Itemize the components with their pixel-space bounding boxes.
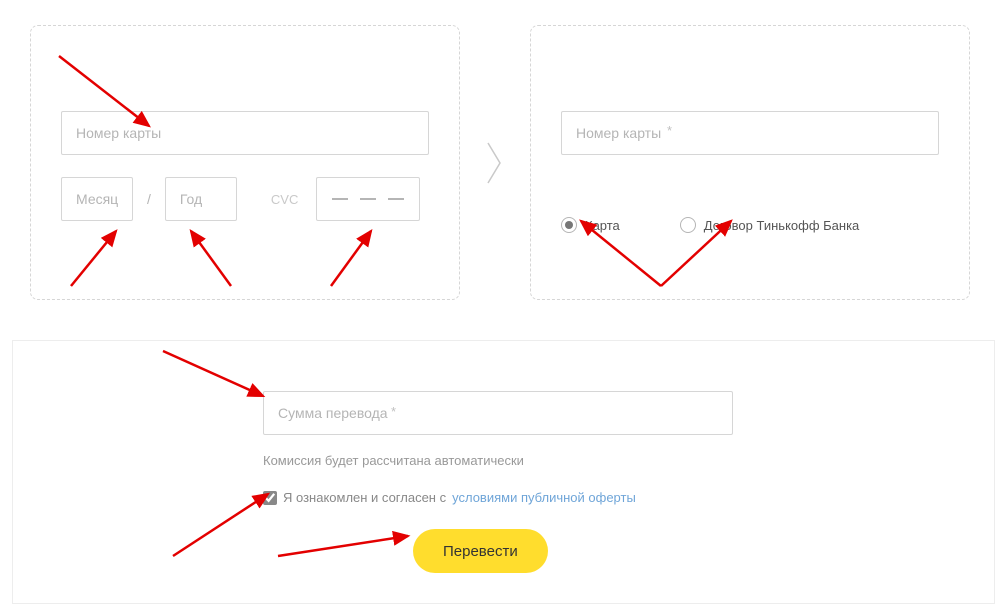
consent-text: Я ознакомлен и согласен с (283, 490, 446, 505)
consent-link[interactable]: условиями публичной оферты (452, 490, 636, 505)
destination-type-radio-group: Карта Договор Тинькофф Банка (561, 217, 939, 233)
radio-contract[interactable] (680, 217, 696, 233)
annotation-arrow-icon (161, 226, 251, 296)
expiry-separator: / (143, 191, 155, 207)
annotation-arrow-icon (273, 516, 433, 566)
chevron-right-icon (480, 133, 510, 193)
expiry-year-input[interactable] (165, 177, 237, 221)
cvc-input[interactable] (316, 177, 420, 221)
cvc-dash-icon (332, 198, 348, 200)
amount-input[interactable] (263, 391, 733, 435)
consent-row: Я ознакомлен и согласен с условиями публ… (263, 490, 964, 505)
radio-card[interactable] (561, 217, 577, 233)
cvc-dash-icon (388, 198, 404, 200)
to-card-number-input[interactable] (561, 111, 939, 155)
required-star-icon: * (391, 404, 396, 419)
from-card-panel: / CVC (30, 25, 460, 300)
expiry-month-input[interactable] (61, 177, 133, 221)
required-star-icon: * (667, 123, 672, 138)
from-card-expiry-row: / CVC (61, 177, 429, 221)
submit-button[interactable]: Перевести (413, 529, 548, 573)
cvc-label: CVC (271, 192, 298, 207)
annotation-arrow-icon (321, 226, 411, 296)
consent-checkbox[interactable] (263, 491, 277, 505)
from-card-number-input[interactable] (61, 111, 429, 155)
transfer-panel: * Комиссия будет рассчитана автоматическ… (12, 340, 995, 604)
to-card-panel: * Карта Договор Тинькофф Банка (530, 25, 970, 300)
annotation-arrow-icon (61, 226, 151, 296)
radio-contract-label: Договор Тинькофф Банка (704, 218, 860, 233)
commission-note: Комиссия будет рассчитана автоматически (263, 453, 964, 468)
cvc-dash-icon (360, 198, 376, 200)
radio-card-label: Карта (585, 218, 620, 233)
